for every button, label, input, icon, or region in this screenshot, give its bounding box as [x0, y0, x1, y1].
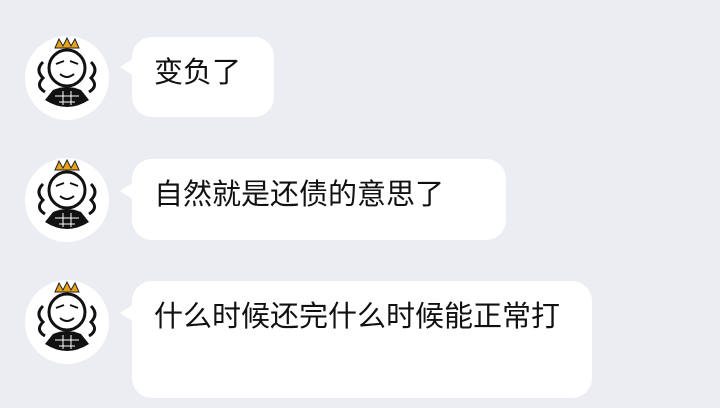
crowned-character-avatar-icon[interactable]: [25, 280, 109, 364]
crowned-character-avatar-icon[interactable]: [25, 36, 109, 120]
message-bubble[interactable]: 什么时候还完什么时候能正常打: [132, 281, 592, 398]
message-bubble[interactable]: 自然就是还债的意思了: [132, 159, 506, 240]
message-bubble[interactable]: 变负了: [132, 37, 274, 117]
crowned-character-avatar-icon[interactable]: [25, 158, 109, 242]
